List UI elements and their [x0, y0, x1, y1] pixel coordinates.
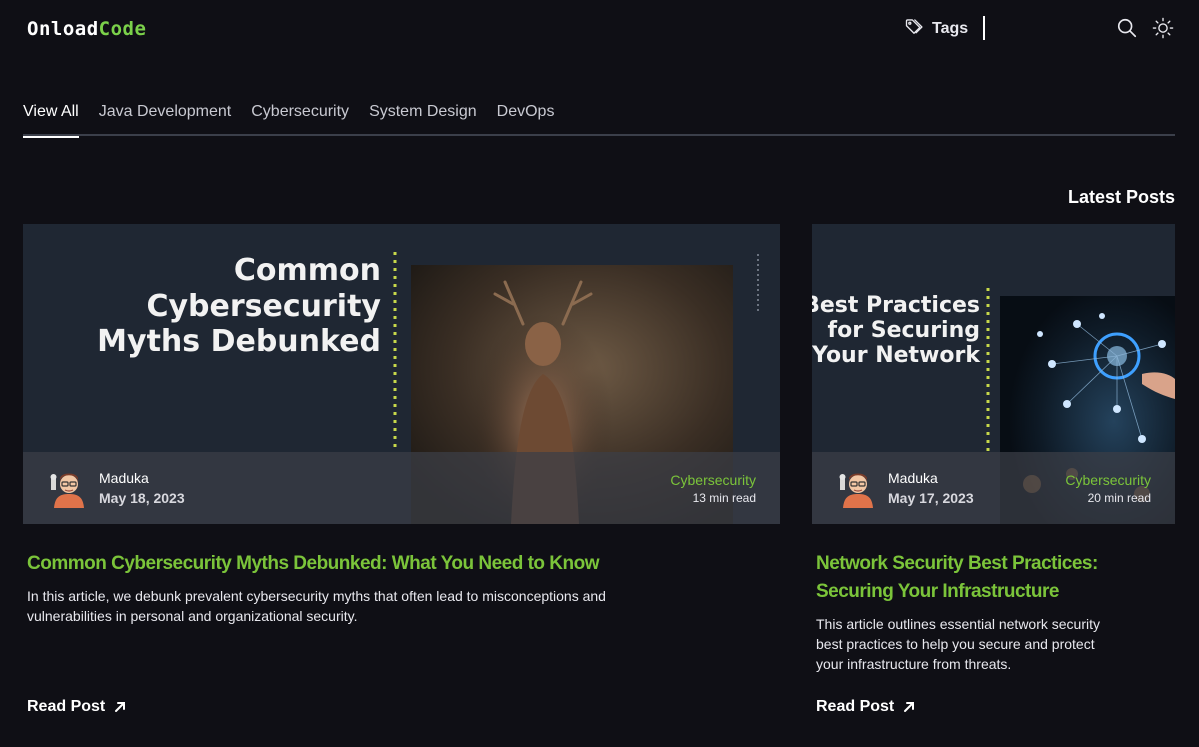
post-category[interactable]: Cybersecurity: [1065, 472, 1151, 488]
read-post-label: Read Post: [27, 698, 106, 715]
post-title[interactable]: Network Security Best Practices: Securin…: [812, 550, 1175, 606]
image-text-line-3: Myths Debunked: [97, 324, 381, 359]
post-read-time: 13 min read: [692, 491, 756, 505]
read-post-label: Read Post: [816, 698, 895, 715]
section-title: Latest Posts: [1067, 187, 1175, 207]
image-text-line-2: for Securing: [828, 318, 980, 343]
sun-icon: [1152, 17, 1174, 39]
tags-link[interactable]: Tags: [904, 17, 968, 41]
image-text-line-2: Cybersecurity: [146, 289, 381, 324]
tags-label: Tags: [932, 20, 969, 37]
image-text-line-1: Common: [234, 253, 381, 288]
read-post-link[interactable]: Read Post: [27, 698, 127, 716]
post-title[interactable]: Common Cybersecurity Myths Debunked: Wha…: [23, 550, 780, 578]
post-cover-image[interactable]: Common Cybersecurity Myths Debunked Madu…: [23, 224, 780, 524]
logo-text-code: Code: [98, 18, 147, 40]
image-text-line-3: Your Network: [812, 343, 981, 368]
image-text-line-1: Best Practices: [812, 293, 980, 318]
tab-system-design[interactable]: System Design: [369, 100, 477, 136]
search-icon: [1117, 18, 1137, 38]
post-card: Best Practices for Securing Your Network…: [812, 224, 1175, 715]
post-cover-image[interactable]: Best Practices for Securing Your Network…: [812, 224, 1175, 524]
post-date: May 17, 2023: [888, 490, 974, 506]
read-post-link[interactable]: Read Post: [816, 698, 916, 716]
page: OnloadCode Tags View All Java Developmen…: [0, 0, 1199, 747]
tab-view-all[interactable]: View All: [23, 100, 79, 138]
site-header: OnloadCode Tags: [0, 0, 1199, 60]
post-author: Maduka: [99, 470, 149, 486]
avatar: [839, 473, 873, 508]
arrow-up-right-icon: [904, 702, 915, 712]
tag-icon: [904, 17, 924, 42]
post-description: This article outlines essential network …: [816, 616, 1101, 672]
theme-toggle-button[interactable]: [1152, 17, 1174, 39]
post-card: Common Cybersecurity Myths Debunked Madu…: [23, 224, 780, 715]
avatar: [50, 473, 84, 508]
logo-text-onload: Onload: [27, 18, 99, 40]
header-divider: [983, 16, 985, 40]
post-read-time: 20 min read: [1087, 491, 1151, 505]
post-description: In this article, we debunk prevalent cyb…: [27, 588, 606, 624]
tab-cybersecurity[interactable]: Cybersecurity: [251, 100, 349, 136]
post-author: Maduka: [888, 470, 938, 486]
post-date: May 18, 2023: [99, 490, 185, 506]
search-button[interactable]: [1116, 17, 1138, 39]
arrow-up-right-icon: [115, 702, 126, 712]
post-meta-bar: Maduka May 18, 2023 Cybersecurity 13 min…: [23, 452, 780, 524]
post-meta-bar: Maduka May 17, 2023 Cybersecurity 20 min…: [812, 452, 1175, 524]
post-category[interactable]: Cybersecurity: [670, 472, 756, 488]
tab-devops[interactable]: DevOps: [497, 100, 555, 136]
tab-java-development[interactable]: Java Development: [99, 100, 232, 136]
site-logo[interactable]: OnloadCode: [27, 18, 146, 40]
category-tabs: View All Java Development Cybersecurity …: [23, 100, 1175, 138]
